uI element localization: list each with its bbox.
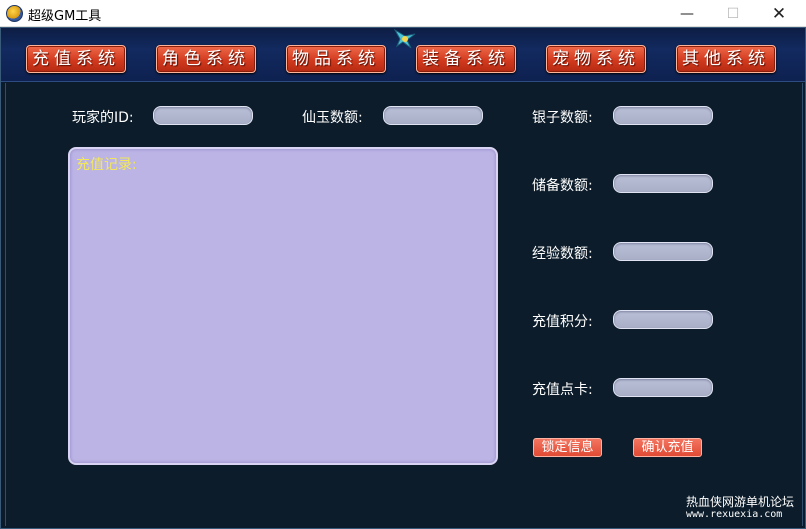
confirm-recharge-button[interactable]: 确认充值: [633, 438, 702, 457]
watermark-title: 热血侠网游单机论坛: [686, 495, 795, 509]
lock-info-button[interactable]: 锁定信息: [533, 438, 602, 457]
minimize-button[interactable]: —: [664, 0, 710, 27]
recharge-card-field[interactable]: [613, 378, 713, 397]
silver-amount-label: 银子数额:: [532, 110, 593, 126]
recharge-points-label: 充值积分:: [532, 314, 593, 330]
tab-bar: 充值系统 角色系统 物品系统 装备系统 宠物系统 其他系统: [1, 28, 805, 82]
recharge-log-label: 充值记录:: [76, 157, 137, 173]
app-icon: [6, 5, 23, 22]
tab-other[interactable]: 其他系统: [676, 45, 776, 73]
jade-amount-field[interactable]: [383, 106, 483, 125]
tab-equipment[interactable]: 装备系统: [416, 45, 516, 73]
tab-items[interactable]: 物品系统: [286, 45, 386, 73]
recharge-card-label: 充值点卡:: [532, 382, 593, 398]
jade-amount-label: 仙玉数额:: [302, 110, 363, 126]
reserve-amount-field[interactable]: [613, 174, 713, 193]
player-id-field[interactable]: [153, 106, 253, 125]
watermark-url: www.rexuexia.com: [686, 509, 783, 520]
tab-pets[interactable]: 宠物系统: [546, 45, 646, 73]
title-bar: 超级GM工具 — ☐ ✕: [0, 0, 806, 27]
recharge-points-field[interactable]: [613, 310, 713, 329]
close-button[interactable]: ✕: [756, 0, 802, 27]
exp-amount-label: 经验数额:: [532, 246, 593, 262]
tab-role[interactable]: 角色系统: [156, 45, 256, 73]
maximize-button[interactable]: ☐: [710, 0, 756, 27]
player-id-label: 玩家的ID:: [72, 110, 134, 126]
exp-amount-field[interactable]: [613, 242, 713, 261]
reserve-amount-label: 储备数额:: [532, 178, 593, 194]
window-title: 超级GM工具: [28, 9, 102, 24]
silver-amount-field[interactable]: [613, 106, 713, 125]
pet-sprite-icon: [393, 28, 416, 49]
tab-recharge[interactable]: 充值系统: [26, 45, 126, 73]
recharge-log-textarea[interactable]: 充值记录:: [68, 147, 498, 465]
